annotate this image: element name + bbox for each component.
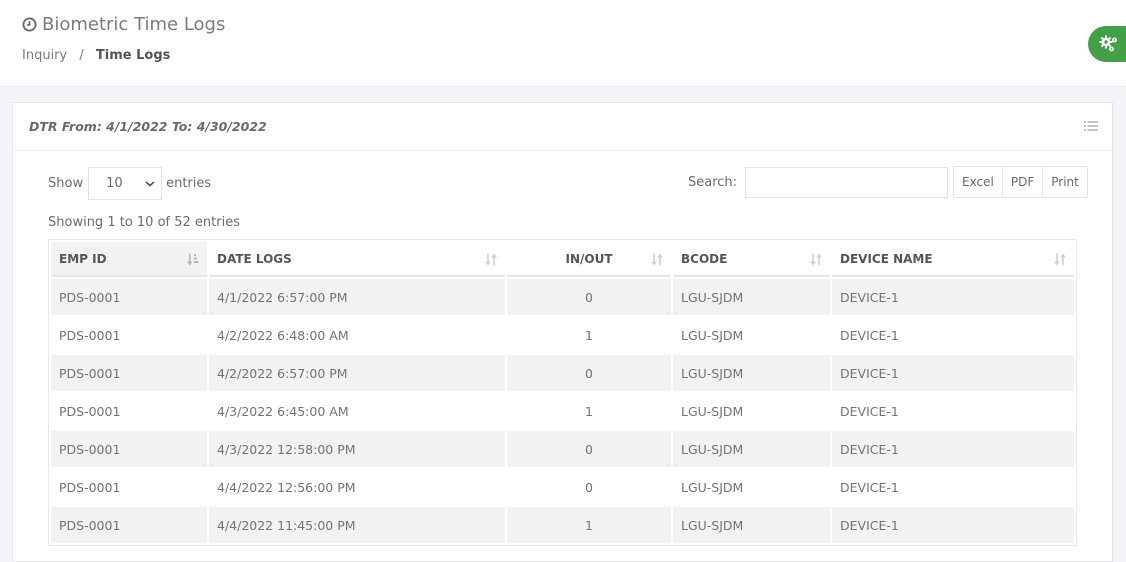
date-log-cell: 4/2/2022 6:48:00 AM	[209, 317, 505, 353]
emp-id-cell: PDS-0001	[51, 507, 207, 543]
list-icon[interactable]	[1084, 120, 1098, 132]
date-log-cell: 4/4/2022 11:45:00 PM	[209, 507, 505, 543]
print-button[interactable]: Print	[1042, 167, 1087, 197]
excel-button[interactable]: Excel	[954, 167, 1002, 197]
in-out-cell: 0	[507, 469, 671, 505]
emp-id-cell: PDS-0001	[51, 393, 207, 429]
emp-id-cell: PDS-0001	[51, 431, 207, 467]
in-out-cell: 1	[507, 507, 671, 543]
cogs-icon	[1099, 35, 1117, 52]
table-body: PDS-0001 4/1/2022 6:57:00 PM 0 LGU-SJDM DEVI…	[51, 279, 1074, 543]
bcode-cell: LGU-SJDM	[673, 469, 830, 505]
table-row[interactable]: PDS-0001 4/3/2022 12:58:00 PM 0 LGU-SJDM DEV…	[51, 431, 1074, 467]
settings-button[interactable]	[1088, 26, 1126, 62]
sort-ascending-icon	[187, 253, 199, 266]
column-label: BCODE	[681, 251, 728, 266]
emp-id-cell: PDS-0001	[51, 355, 207, 391]
emp-id-cell: PDS-0001	[51, 469, 207, 505]
table-row[interactable]: PDS-0001 4/2/2022 6:48:00 AM 1 LGU-SJDM DEVI…	[51, 317, 1074, 353]
page-length-value: 10	[106, 176, 123, 191]
column-header-device-name[interactable]: DEVICE NAME	[832, 242, 1074, 277]
card-header: DTR From: 4/1/2022 To: 4/30/2022	[13, 103, 1112, 151]
date-log-cell: 4/4/2022 12:56:00 PM	[209, 469, 505, 505]
column-label: DEVICE NAME	[840, 251, 933, 266]
device-name-cell: DEVICE-1	[832, 507, 1074, 543]
table-row[interactable]: PDS-0001 4/3/2022 6:45:00 AM 1 LGU-SJDM DEVI…	[51, 393, 1074, 429]
page-length-select[interactable]: 10	[88, 167, 163, 200]
date-log-cell: 4/3/2022 6:45:00 AM	[209, 393, 505, 429]
search-input[interactable]	[745, 166, 949, 198]
table-row[interactable]: PDS-0001 4/4/2022 12:56:00 PM 0 LGU-SJDM DEV…	[51, 469, 1074, 505]
bcode-cell: LGU-SJDM	[673, 431, 830, 467]
breadcrumb-separator: /	[79, 48, 84, 63]
in-out-cell: 0	[507, 355, 671, 391]
column-header-bcode[interactable]: BCODE	[673, 242, 830, 277]
device-name-cell: DEVICE-1	[832, 469, 1074, 505]
sort-both-icon	[651, 253, 663, 266]
in-out-cell: 1	[507, 393, 671, 429]
column-label: EMP ID	[59, 251, 107, 266]
dtr-range-title: DTR From: 4/1/2022 To: 4/30/2022	[29, 119, 267, 134]
pdf-button[interactable]: PDF	[1001, 167, 1043, 197]
in-out-cell: 0	[507, 279, 671, 315]
bcode-cell: LGU-SJDM	[673, 355, 830, 391]
date-log-cell: 4/2/2022 6:57:00 PM	[209, 355, 505, 391]
page-length-control: Show 10 entries	[48, 167, 211, 200]
sort-both-icon	[810, 253, 822, 266]
breadcrumb: Inquiry / Time Logs	[22, 48, 170, 63]
emp-id-cell: PDS-0001	[51, 279, 207, 315]
column-header-date-logs[interactable]: DATE LOGS	[209, 242, 505, 277]
bcode-cell: LGU-SJDM	[673, 317, 830, 353]
page-header: Biometric Time Logs Inquiry / Time Logs	[0, 0, 1126, 87]
device-name-cell: DEVICE-1	[832, 393, 1074, 429]
bcode-cell: LGU-SJDM	[673, 507, 830, 543]
search-control: Search: Excel PDF Print	[688, 166, 1088, 198]
table-info: Showing 1 to 10 of 52 entries	[48, 215, 240, 230]
sort-both-icon	[1054, 253, 1066, 266]
in-out-cell: 1	[507, 317, 671, 353]
date-log-cell: 4/3/2022 12:58:00 PM	[209, 431, 505, 467]
table-row[interactable]: PDS-0001 4/4/2022 11:45:00 PM 1 LGU-SJDM DEV…	[51, 507, 1074, 543]
device-name-cell: DEVICE-1	[832, 317, 1074, 353]
chevron-down-icon	[145, 180, 155, 187]
export-buttons: Excel PDF Print	[953, 166, 1088, 198]
device-name-cell: DEVICE-1	[832, 431, 1074, 467]
breadcrumb-item-inquiry[interactable]: Inquiry	[22, 48, 67, 63]
table-row[interactable]: PDS-0001 4/1/2022 6:57:00 PM 0 LGU-SJDM DEVI…	[51, 279, 1074, 315]
column-header-in-out[interactable]: IN/OUT	[507, 242, 671, 277]
search-label: Search:	[688, 174, 738, 190]
column-header-emp-id[interactable]: EMP ID	[51, 242, 207, 277]
show-label: Show	[48, 176, 84, 191]
table-row[interactable]: PDS-0001 4/2/2022 6:57:00 PM 0 LGU-SJDM DEVI…	[51, 355, 1074, 391]
emp-id-cell: PDS-0001	[51, 317, 207, 353]
date-log-cell: 4/1/2022 6:57:00 PM	[209, 279, 505, 315]
entries-label: entries	[166, 176, 212, 191]
device-name-cell: DEVICE-1	[832, 355, 1074, 391]
time-logs-card: DTR From: 4/1/2022 To: 4/30/2022 Show 10…	[12, 102, 1113, 562]
bcode-cell: LGU-SJDM	[673, 393, 830, 429]
bcode-cell: LGU-SJDM	[673, 279, 830, 315]
column-label: DATE LOGS	[217, 251, 292, 266]
clock-icon	[22, 17, 37, 32]
column-label: IN/OUT	[565, 251, 613, 266]
time-logs-table: EMP ID DATE LOGS IN/OUT BCODE DEVICE NAM…	[48, 239, 1077, 546]
in-out-cell: 0	[507, 431, 671, 467]
page-title: Biometric Time Logs	[22, 14, 225, 35]
page-title-text: Biometric Time Logs	[42, 14, 226, 35]
device-name-cell: DEVICE-1	[832, 279, 1074, 315]
sort-both-icon	[485, 253, 497, 266]
breadcrumb-item-time-logs: Time Logs	[95, 48, 171, 63]
table-header-row: EMP ID DATE LOGS IN/OUT BCODE DEVICE NAM…	[51, 242, 1074, 277]
